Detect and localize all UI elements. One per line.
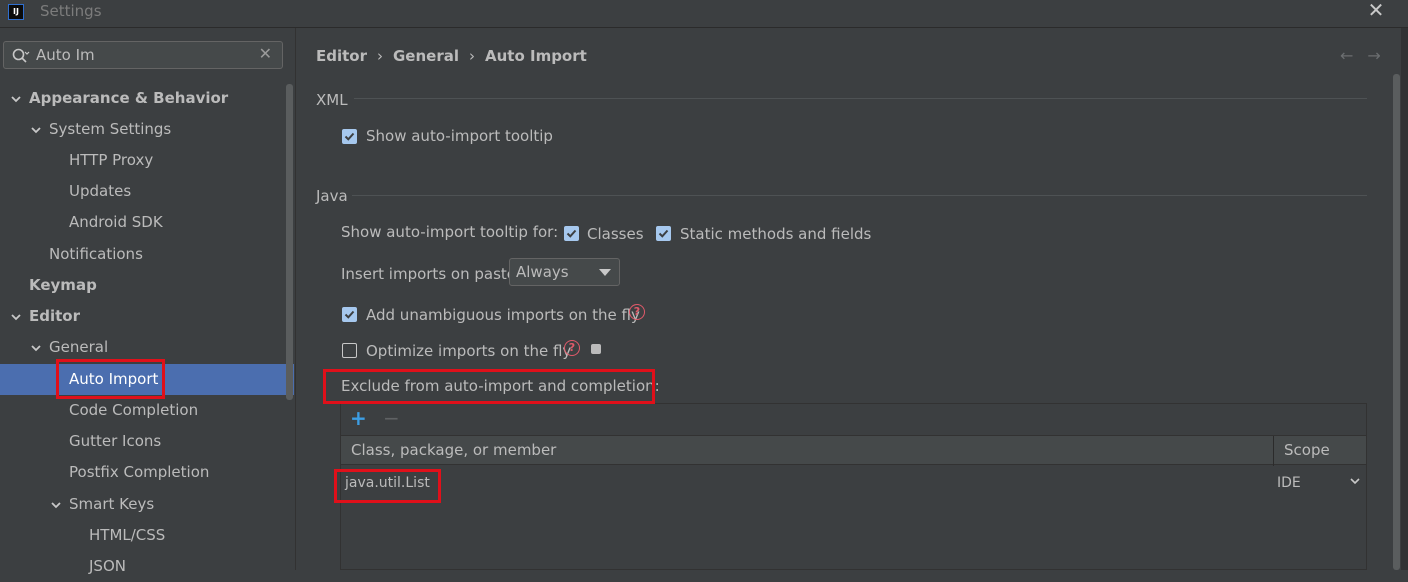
content-scrollbar[interactable] — [1393, 74, 1400, 570]
java-section-title: Java — [316, 187, 348, 205]
sidebar-item-label: System Settings — [49, 120, 172, 138]
sidebar-item[interactable]: Android SDK — [0, 207, 295, 238]
history-navigation: ← → — [1326, 46, 1381, 65]
help-icon[interactable]: ? — [564, 340, 580, 356]
column-divider[interactable] — [1273, 436, 1274, 466]
show-auto-import-tooltip-checkbox[interactable] — [342, 129, 357, 144]
sidebar-item-label: Code Completion — [69, 401, 199, 419]
window-title: Settings — [40, 2, 102, 20]
xml-section-title: XML — [316, 91, 348, 109]
exclude-table: + − Class, package, or member Scope java… — [340, 403, 1367, 570]
classes-label[interactable]: Classes — [587, 225, 644, 243]
sidebar-item-label: Editor — [29, 307, 80, 325]
checkmark-icon — [566, 229, 577, 238]
sidebar-item-label: HTML/CSS — [89, 526, 166, 544]
static-methods-checkbox[interactable] — [656, 226, 671, 241]
sidebar-item-label: Gutter Icons — [69, 432, 162, 450]
show-auto-import-tooltip-label[interactable]: Show auto-import tooltip — [366, 127, 553, 145]
sidebar-item[interactable]: System Settings — [0, 114, 295, 145]
breadcrumb: Editor › General › Auto Import — [316, 47, 587, 65]
sidebar-item-label: Postfix Completion — [69, 463, 210, 481]
insert-on-paste-dropdown[interactable]: Always — [509, 258, 620, 286]
sidebar-item[interactable]: Keymap — [0, 270, 295, 301]
sidebar-item[interactable]: Updates — [0, 176, 295, 207]
dropdown-arrow-icon — [599, 269, 611, 276]
forward-arrow-icon[interactable]: → — [1367, 46, 1380, 65]
title-bar: IJ Settings ✕ — [0, 0, 1408, 28]
add-unambiguous-imports-label[interactable]: Add unambiguous imports on the fly — [366, 306, 640, 324]
chevron-down-icon[interactable] — [9, 83, 23, 114]
table-header: Class, package, or member Scope — [341, 435, 1366, 466]
dropdown-value: Always — [516, 263, 569, 281]
sidebar-item-label: Android SDK — [69, 213, 163, 231]
clear-search-icon[interactable]: ✕ — [259, 44, 272, 63]
sidebar-item[interactable]: Notifications — [0, 239, 295, 270]
sidebar-item-label: HTTP Proxy — [69, 151, 154, 169]
sidebar-item-label: Appearance & Behavior — [29, 89, 229, 107]
user-icon — [591, 344, 601, 354]
chevron-down-icon[interactable] — [29, 114, 43, 145]
highlight-box — [323, 369, 655, 404]
chevron-down-icon[interactable] — [1349, 476, 1361, 486]
sidebar-item-label: Notifications — [49, 245, 143, 263]
sidebar-item-label: Keymap — [29, 276, 97, 294]
column-header-name[interactable]: Class, package, or member — [351, 441, 556, 459]
optimize-imports-label[interactable]: Optimize imports on the fly — [366, 342, 571, 360]
sidebar-item[interactable]: Postfix Completion — [0, 457, 295, 488]
sidebar-item-label: JSON — [89, 557, 126, 575]
tooltip-for-label: Show auto-import tooltip for: — [341, 223, 559, 241]
settings-content: Editor › General › Auto Import ← → XML Show a… — [296, 28, 1408, 570]
breadcrumb-separator-icon: › — [377, 47, 383, 65]
classes-checkbox[interactable] — [564, 226, 579, 241]
search-icon — [12, 48, 30, 63]
sidebar-item-label: Smart Keys — [69, 495, 155, 513]
row-scope[interactable]: IDE — [1277, 475, 1301, 491]
highlight-box — [334, 469, 441, 503]
section-divider — [352, 195, 1367, 196]
checkmark-icon — [658, 229, 669, 238]
insert-on-paste-label: Insert imports on paste: — [341, 265, 522, 283]
sidebar-item-label: Updates — [69, 182, 132, 200]
breadcrumb-item[interactable]: General — [393, 47, 459, 65]
breadcrumb-separator-icon: › — [469, 47, 475, 65]
help-icon[interactable]: ? — [629, 304, 645, 320]
highlight-box — [56, 359, 165, 399]
settings-sidebar: Auto Im ✕ Appearance & Behavior System Se… — [0, 28, 295, 575]
sidebar-item[interactable]: JSON — [0, 551, 295, 582]
sidebar-item[interactable]: Gutter Icons — [0, 426, 295, 457]
static-methods-label[interactable]: Static methods and fields — [680, 225, 871, 243]
app-icon: IJ — [8, 4, 24, 20]
sidebar-item[interactable]: HTTP Proxy — [0, 145, 295, 176]
sidebar-item[interactable]: Smart Keys — [0, 489, 295, 520]
chevron-down-icon[interactable] — [29, 332, 43, 363]
chevron-down-icon[interactable] — [9, 301, 23, 332]
remove-icon[interactable]: − — [383, 406, 400, 430]
close-icon[interactable]: ✕ — [1364, 0, 1388, 22]
chevron-down-icon[interactable] — [49, 489, 63, 520]
checkmark-icon — [344, 132, 355, 141]
breadcrumb-item: Auto Import — [485, 47, 587, 65]
optimize-imports-checkbox[interactable] — [342, 343, 357, 358]
sidebar-item[interactable]: HTML/CSS — [0, 520, 295, 551]
sidebar-item[interactable]: Appearance & Behavior — [0, 83, 295, 114]
sidebar-item[interactable]: Code Completion — [0, 395, 295, 426]
add-unambiguous-imports-checkbox[interactable] — [342, 307, 357, 322]
add-icon[interactable]: + — [350, 406, 367, 430]
sidebar-item[interactable]: Editor — [0, 301, 295, 332]
back-arrow-icon[interactable]: ← — [1340, 46, 1353, 65]
table-toolbar: + − — [341, 404, 1366, 434]
right-edge-panel — [1401, 28, 1408, 570]
search-field[interactable]: Auto Im ✕ — [3, 41, 283, 69]
section-divider — [354, 98, 1367, 99]
column-header-scope[interactable]: Scope — [1284, 441, 1330, 459]
checkmark-icon — [344, 310, 355, 319]
breadcrumb-item[interactable]: Editor — [316, 47, 367, 65]
sidebar-scrollbar[interactable] — [286, 84, 293, 400]
search-input[interactable]: Auto Im — [36, 46, 95, 64]
